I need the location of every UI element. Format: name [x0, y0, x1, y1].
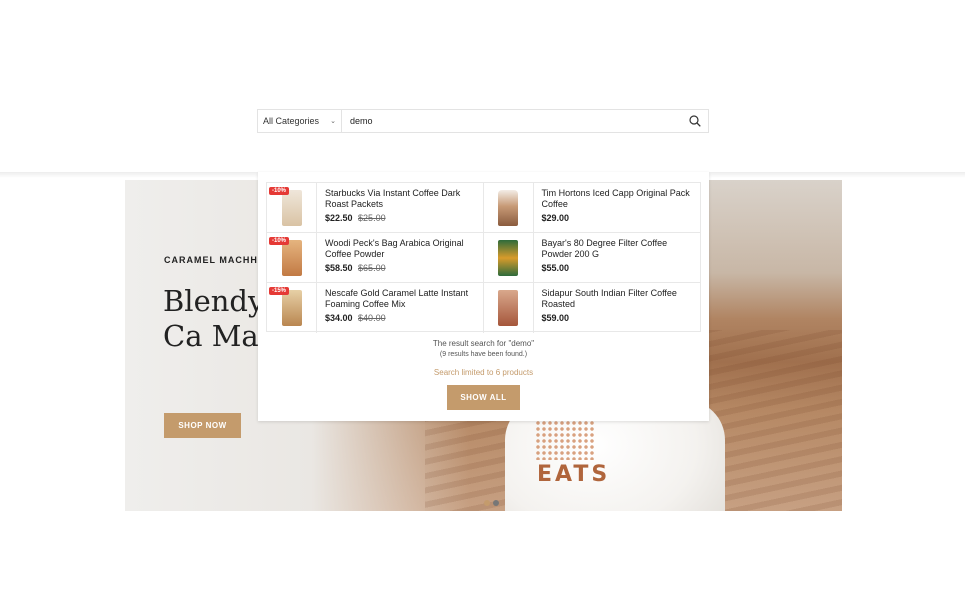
- price-current: $22.50: [325, 213, 353, 223]
- price-old: $40.00: [358, 313, 386, 323]
- cup-pattern: [535, 420, 595, 460]
- chevron-down-icon: ⌄: [330, 118, 336, 125]
- results-grid: -10% Starbucks Via Instant Coffee Dark R…: [266, 182, 701, 333]
- product-price: $22.50 $25.00: [325, 213, 475, 223]
- product-price: $34.00 $40.00: [325, 313, 475, 323]
- search-button[interactable]: [682, 110, 708, 132]
- price-current: $59.00: [541, 313, 570, 323]
- search-icon: [689, 115, 701, 127]
- product-price: $55.00: [542, 263, 693, 273]
- search-input[interactable]: [342, 110, 682, 132]
- product-thumbnail: [484, 183, 534, 232]
- search-results-dropdown: -10% Starbucks Via Instant Coffee Dark R…: [258, 172, 709, 421]
- price-old: $25.00: [358, 213, 386, 223]
- latte-box-image: [281, 290, 302, 326]
- price-current: $34.00: [325, 313, 353, 323]
- product-thumbnail: [484, 233, 534, 282]
- product-thumbnail: -10%: [267, 233, 317, 282]
- filter-coffee-image: [498, 239, 518, 276]
- shop-now-button[interactable]: SHOP NOW: [164, 413, 241, 438]
- product-thumbnail: -10%: [267, 183, 317, 232]
- slider-dot-1[interactable]: [484, 500, 490, 506]
- price-old: $65.00: [358, 263, 386, 273]
- slider-dots: [484, 500, 499, 506]
- iced-capp-image: [498, 189, 518, 226]
- search-bar: All Categories ⌄: [257, 109, 709, 133]
- product-name: Nescafe Gold Caramel Latte Instant Foami…: [325, 288, 469, 309]
- slider-dot-2[interactable]: [493, 500, 499, 506]
- category-select-value: All Categories: [263, 116, 320, 126]
- product-name: Sidapur South Indian Filter Coffee Roast…: [541, 288, 677, 309]
- product-price: $58.50 $65.00: [325, 263, 475, 273]
- category-select[interactable]: All Categories ⌄: [258, 110, 342, 132]
- product-thumbnail: [484, 283, 534, 333]
- product-item[interactable]: -10% Starbucks Via Instant Coffee Dark R…: [267, 183, 484, 233]
- product-name: Starbucks Via Instant Coffee Dark Roast …: [325, 188, 461, 209]
- show-all-button[interactable]: SHOW ALL: [447, 385, 520, 410]
- discount-badge: -10%: [269, 237, 290, 245]
- results-count: (9 results have been found.): [439, 351, 528, 358]
- results-summary: The result search for "demo": [432, 339, 535, 348]
- discount-badge: -15%: [269, 287, 290, 295]
- product-item[interactable]: -15% Nescafe Gold Caramel Latte Instant …: [267, 283, 484, 333]
- product-item[interactable]: Tim Hortons Iced Capp Original Pack Coff…: [483, 183, 700, 233]
- roasted-coffee-image: [498, 290, 518, 326]
- price-current: $55.00: [541, 263, 570, 273]
- product-price: $59.00: [542, 313, 693, 323]
- product-name: Tim Hortons Iced Capp Original Pack Coff…: [541, 188, 690, 209]
- product-item[interactable]: Bayar's 80 Degree Filter Coffee Powder 2…: [483, 233, 700, 283]
- price-current: $29.00: [541, 213, 570, 223]
- cup-logo-text: EATS: [537, 462, 611, 487]
- product-thumbnail: -15%: [267, 283, 317, 333]
- product-price: $29.00: [542, 213, 693, 223]
- product-name: Woodi Peck's Bag Arabica Original Coffee…: [325, 238, 464, 259]
- discount-badge: -10%: [269, 187, 290, 195]
- price-current: $58.50: [325, 263, 353, 273]
- product-item[interactable]: -10% Woodi Peck's Bag Arabica Original C…: [267, 233, 484, 283]
- product-item[interactable]: Sidapur South Indian Filter Coffee Roast…: [484, 283, 701, 333]
- results-limit-note: Search limited to 6 products: [433, 368, 534, 377]
- product-name: Bayar's 80 Degree Filter Coffee Powder 2…: [541, 238, 668, 259]
